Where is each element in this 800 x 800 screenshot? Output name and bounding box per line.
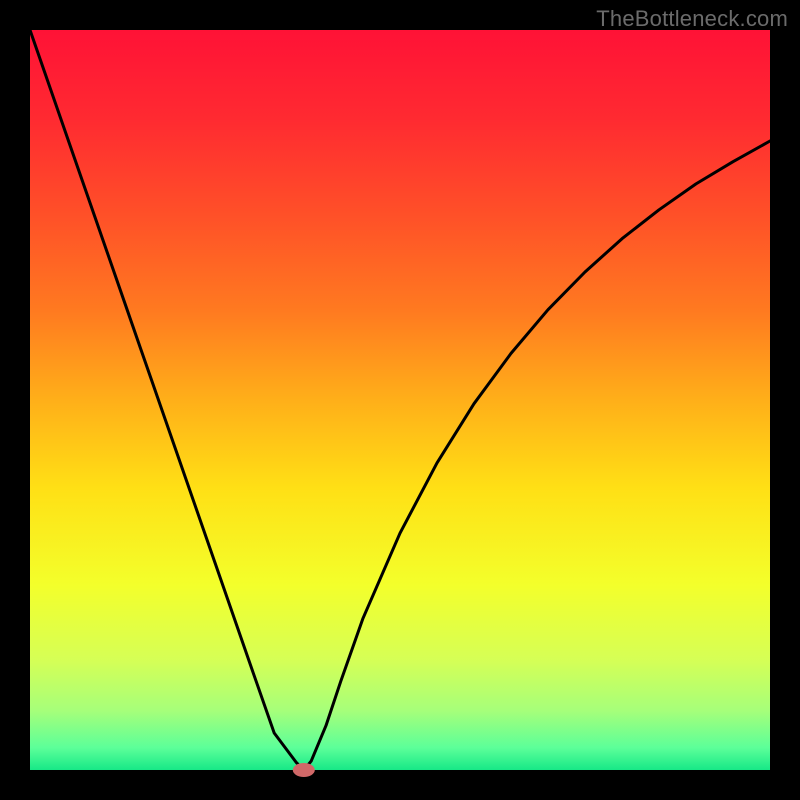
chart-gradient-background bbox=[30, 30, 770, 770]
bottleneck-chart bbox=[0, 0, 800, 800]
watermark-text: TheBottleneck.com bbox=[596, 6, 788, 32]
chart-container: TheBottleneck.com bbox=[0, 0, 800, 800]
optimal-point-marker bbox=[293, 763, 315, 777]
